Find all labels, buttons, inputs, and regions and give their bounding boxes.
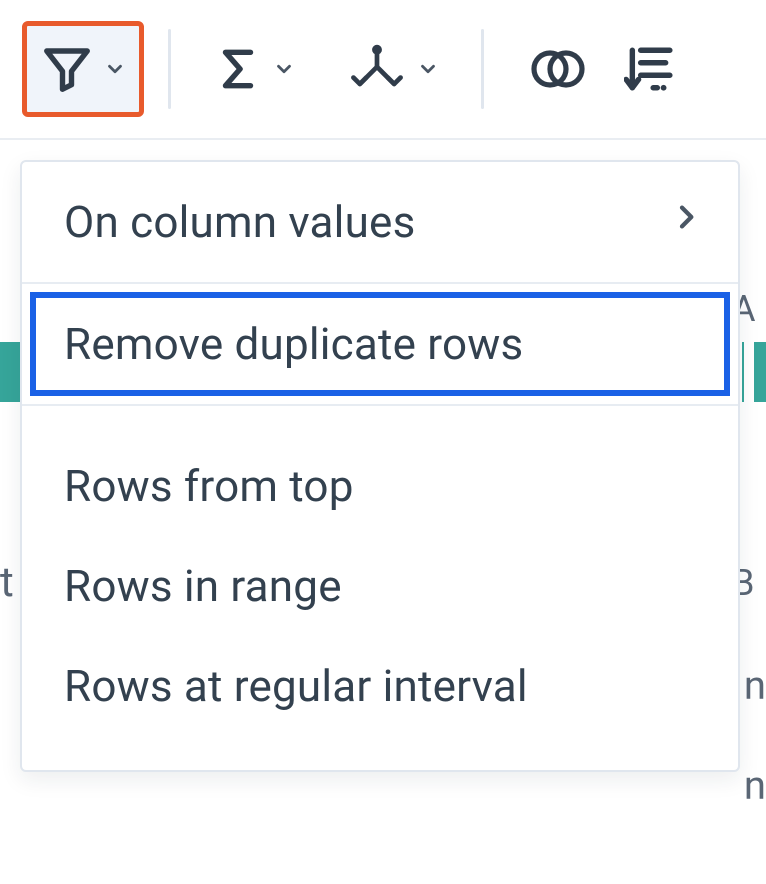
- sort-button[interactable]: [618, 23, 680, 115]
- menu-item-label: Rows at regular interval: [64, 660, 710, 712]
- menu-item-label: On column values: [64, 196, 710, 248]
- menu-item-rows-at-regular-interval[interactable]: Rows at regular interval: [22, 636, 738, 736]
- menu-item-rows-in-range[interactable]: Rows in range: [22, 536, 738, 636]
- menu-item-remove-duplicate-rows[interactable]: Remove duplicate rows: [22, 284, 738, 404]
- pivot-icon: [347, 41, 407, 97]
- filter-menu: On column values Remove duplicate rows R…: [20, 160, 740, 772]
- bg-teal-gap: [744, 342, 754, 402]
- menu-item-rows-from-top[interactable]: Rows from top: [22, 436, 738, 536]
- toolbar-divider: [481, 29, 484, 109]
- chevron-down-icon: [104, 58, 126, 80]
- bg-row-n2: n: [744, 762, 766, 809]
- menu-item-label: Rows from top: [64, 460, 710, 512]
- menu-group: Rows from top Rows in range Rows at regu…: [22, 406, 738, 770]
- chevron-right-icon: [670, 196, 702, 248]
- pivot-button[interactable]: [331, 23, 455, 115]
- sigma-icon: [213, 42, 263, 96]
- chevron-down-icon: [417, 58, 439, 80]
- bg-teal-left: [0, 342, 20, 402]
- overlap-icon: [526, 42, 590, 96]
- bg-left-t: t: [0, 558, 14, 607]
- funnel-icon: [40, 42, 94, 96]
- menu-item-on-column-values[interactable]: On column values: [22, 162, 738, 282]
- aggregate-button[interactable]: [197, 23, 311, 115]
- toolbar-divider: [168, 29, 171, 109]
- menu-item-label: Rows in range: [64, 560, 710, 612]
- join-button[interactable]: [510, 23, 598, 115]
- chevron-down-icon: [273, 58, 295, 80]
- toolbar: [0, 0, 766, 140]
- sort-icon: [624, 41, 674, 97]
- bg-row-n1: n: [744, 662, 766, 709]
- filter-button[interactable]: [24, 23, 142, 115]
- menu-item-label: Remove duplicate rows: [64, 318, 710, 370]
